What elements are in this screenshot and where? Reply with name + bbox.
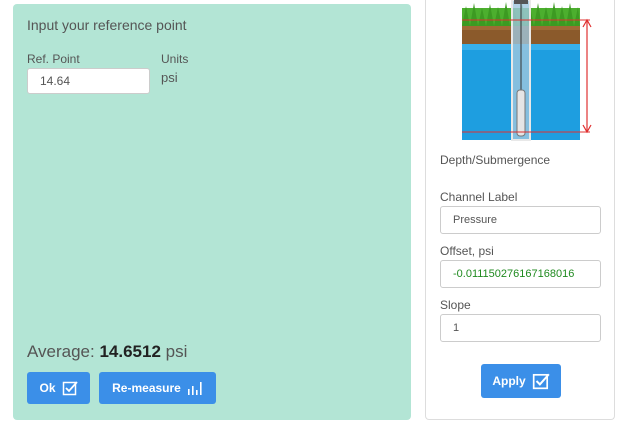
channel-label-input[interactable] bbox=[440, 206, 601, 234]
reference-panel: Input your reference point Ref. Point Un… bbox=[13, 4, 411, 420]
channel-panel: Depth/Submergence Channel Label Offset, … bbox=[425, 0, 615, 420]
units-value: psi bbox=[161, 70, 178, 85]
ref-point-label: Ref. Point bbox=[27, 52, 80, 66]
average-label: Average: bbox=[27, 342, 95, 361]
units-label: Units bbox=[161, 52, 189, 66]
average-value: 14.6512 bbox=[99, 342, 161, 361]
slope-input[interactable] bbox=[440, 314, 601, 342]
sensor-depth-diagram bbox=[462, 0, 592, 141]
checkbox-icon bbox=[532, 373, 550, 390]
bar-chart-icon bbox=[187, 382, 202, 395]
remeasure-button-label: Re-measure bbox=[112, 381, 181, 395]
remeasure-button[interactable]: Re-measure bbox=[99, 372, 216, 404]
offset-label: Offset, psi bbox=[440, 244, 494, 258]
ok-button-label: Ok bbox=[39, 381, 56, 395]
apply-button[interactable]: Apply bbox=[481, 364, 561, 398]
apply-button-label: Apply bbox=[492, 374, 526, 388]
average-unit: psi bbox=[165, 342, 188, 361]
depth-label: Depth/Submergence bbox=[440, 153, 551, 167]
reference-title: Input your reference point bbox=[27, 17, 187, 33]
offset-input[interactable] bbox=[440, 260, 601, 288]
average-readout: Average: 14.6512 psi bbox=[27, 342, 187, 362]
ref-point-input[interactable] bbox=[27, 68, 150, 94]
slope-label: Slope bbox=[440, 298, 471, 312]
channel-label-label: Channel Label bbox=[440, 190, 518, 204]
ok-button[interactable]: Ok bbox=[27, 372, 90, 404]
checkbox-icon bbox=[62, 381, 78, 396]
